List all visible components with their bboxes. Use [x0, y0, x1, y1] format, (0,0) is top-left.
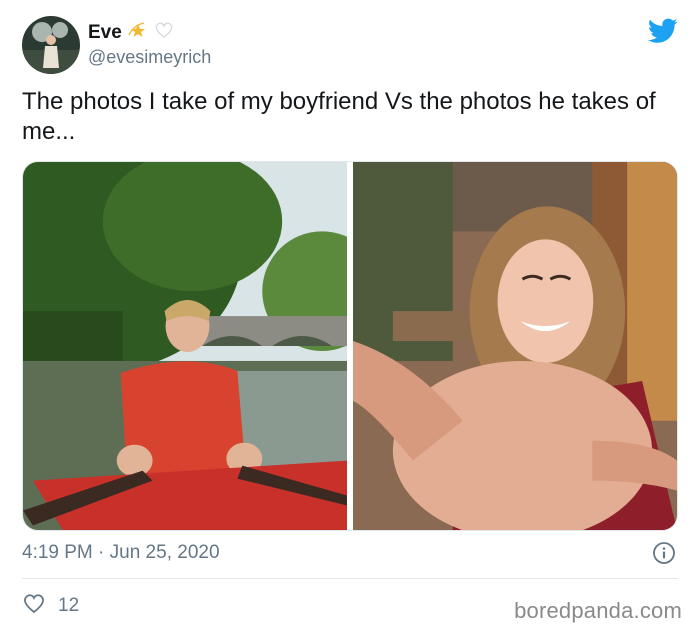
heart-outline-icon[interactable]	[22, 592, 46, 619]
like-count: 12	[58, 594, 80, 616]
twitter-bird-icon[interactable]	[648, 18, 678, 44]
tweet-text: The photos I take of my boyfriend Vs the…	[22, 88, 656, 145]
display-name[interactable]: Eve	[88, 22, 122, 44]
tweet-media	[22, 161, 678, 531]
photo-girlfriend-selfie[interactable]	[353, 162, 677, 530]
dizzy-star-icon	[128, 21, 148, 44]
tweet-timestamp[interactable]: 4:19 PM · Jun 25, 2020	[22, 542, 220, 564]
watermark: boredpanda.com	[514, 598, 682, 623]
avatar[interactable]	[22, 16, 80, 74]
like-action[interactable]: 12	[22, 592, 79, 619]
info-icon[interactable]	[652, 541, 676, 565]
white-heart-icon	[154, 21, 174, 44]
divider	[22, 578, 678, 579]
author-name-row: Eve	[88, 21, 174, 44]
author-handle[interactable]: @evesimeyrich	[88, 47, 211, 68]
photo-boyfriend-rowing[interactable]	[23, 162, 347, 530]
